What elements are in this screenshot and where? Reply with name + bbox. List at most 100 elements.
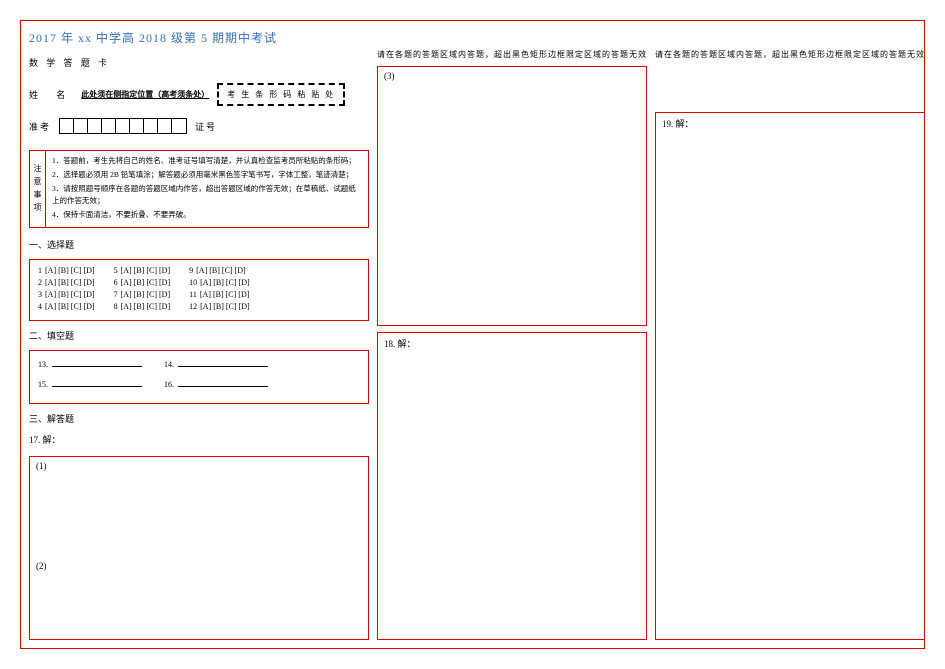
mc-bubble[interactable]: [C] — [222, 266, 233, 275]
mc-bubble[interactable]: [B] — [213, 278, 224, 287]
mc-bubble[interactable]: [D] — [159, 290, 170, 299]
mc-bubble[interactable]: [C] — [71, 302, 82, 311]
mc-row: 11 [A][B][C][D] — [189, 290, 251, 299]
mc-row: 6 [A][B][C][D] — [114, 278, 172, 287]
name-slot: 此处须在侧指定位置（高考须条处） — [81, 89, 209, 100]
mc-bubble[interactable]: [B] — [213, 290, 224, 299]
mc-bubble[interactable]: [B] — [58, 266, 69, 275]
mc-row: 1 [A][B][C][D] — [38, 266, 96, 275]
exam-id-cell[interactable] — [130, 119, 144, 133]
mc-bubble[interactable]: [A] — [45, 278, 56, 287]
mc-block: 1 [A][B][C][D]2 [A][B][C][D]3 [A][B][C][… — [29, 259, 369, 321]
mc-bubble[interactable]: [D] — [235, 266, 246, 275]
mc-bubble[interactable]: [A] — [196, 266, 207, 275]
mc-row: 7 [A][B][C][D] — [114, 290, 172, 299]
exam-id-cell[interactable] — [88, 119, 102, 133]
mc-bubble[interactable]: [B] — [134, 278, 145, 287]
mc-bubble[interactable]: [D] — [238, 290, 249, 299]
mc-bubble[interactable]: [C] — [71, 290, 82, 299]
fill-line[interactable] — [52, 377, 142, 387]
mc-bubble[interactable]: [A] — [121, 266, 132, 275]
fill-row: 15. 16. — [38, 377, 360, 389]
mc-bubble[interactable]: [C] — [146, 290, 157, 299]
fill-item-15: 15. — [38, 377, 142, 389]
exam-id-cell[interactable] — [144, 119, 158, 133]
mc-bubble[interactable]: [B] — [58, 290, 69, 299]
mc-bubble[interactable]: [B] — [134, 302, 145, 311]
mc-bubble[interactable]: [C] — [226, 278, 237, 287]
notice-item: 2．选择题必须用 2B 铅笔填涂；解答题必须用毫米黑色签字笔书写，字体工整，笔迹… — [52, 169, 362, 181]
mc-bubble[interactable]: [D] — [239, 278, 250, 287]
mc-bubble[interactable]: [B] — [213, 302, 224, 311]
mc-row: 12 [A][B][C][D] — [189, 302, 251, 311]
fill-item-13: 13. — [38, 357, 142, 369]
column-reminder: 请在各题的答题区域内答题，超出黑色矩形边框限定区域的答题无效 — [377, 49, 647, 60]
mc-bubble[interactable]: [B] — [58, 302, 69, 311]
fill-q-label: 14. — [164, 360, 174, 369]
mc-bubble[interactable]: [C] — [146, 266, 157, 275]
fill-line[interactable] — [178, 357, 268, 367]
exam-id-cell[interactable] — [158, 119, 172, 133]
q18-box[interactable]: 18. 解： — [377, 332, 647, 640]
exam-id-grid[interactable] — [59, 118, 187, 134]
notice-char: 意 — [34, 176, 42, 189]
exam-id-cell[interactable] — [102, 119, 116, 133]
column-reminder: 请在各题的答题区域内答题，超出黑色矩形边框限定区域的答题无效 — [655, 49, 925, 60]
mc-bubble[interactable]: [D] — [83, 290, 94, 299]
mc-bubble[interactable]: [C] — [226, 290, 237, 299]
mc-bubble[interactable]: [A] — [45, 290, 56, 299]
fill-line[interactable] — [178, 377, 268, 387]
notice-item: 4．保持卡面清洁，不要折叠、不要弄破。 — [52, 209, 362, 221]
mc-bubble[interactable]: [A] — [121, 302, 132, 311]
fill-q-label: 13. — [38, 360, 48, 369]
exam-id-cell[interactable] — [116, 119, 130, 133]
mc-bubble[interactable]: [C] — [146, 278, 157, 287]
fill-line[interactable] — [52, 357, 142, 367]
mc-bubble[interactable]: [C] — [71, 266, 82, 275]
mc-bubble[interactable]: [C] — [226, 302, 237, 311]
mc-bubble[interactable]: [B] — [134, 266, 145, 275]
mc-bubble[interactable]: [D] — [83, 266, 94, 275]
exam-id-cell[interactable] — [74, 119, 88, 133]
mc-bubble[interactable]: [D] — [83, 302, 94, 311]
mc-column: 9 [A][B][C][D] 10 [A][B][C][D] 11 [A][B][C… — [189, 266, 251, 314]
mc-bubble[interactable]: [C] — [71, 278, 82, 287]
mc-bubble[interactable]: [A] — [45, 266, 56, 275]
answer-sheet-page: 2017 年 xx 中学高 2018 级第 5 期期中考试 数 学 答 题 卡 … — [20, 20, 925, 649]
mc-bubble[interactable]: [D] — [83, 278, 94, 287]
mc-bubble[interactable]: [D] — [239, 302, 250, 311]
mc-bubble[interactable]: [A] — [45, 302, 56, 311]
mc-row: 9 [A][B][C][D] — [189, 266, 251, 275]
mc-bubble[interactable]: [B] — [134, 290, 145, 299]
column-2: 请在各题的答题区域内答题，超出黑色矩形边框限定区域的答题无效 (3) 18. 解… — [377, 29, 647, 640]
mc-columns: 1 [A][B][C][D]2 [A][B][C][D]3 [A][B][C][… — [38, 266, 360, 314]
exam-id-cell[interactable] — [60, 119, 74, 133]
cert-label: 证号 — [195, 120, 217, 133]
name-label: 姓 名 — [29, 88, 73, 101]
exam-id-cell[interactable] — [172, 119, 186, 133]
q17-part3-box[interactable]: (3) — [377, 66, 647, 326]
q17-box[interactable]: (1) (2) — [29, 456, 369, 640]
mc-bubble[interactable]: [A] — [200, 302, 211, 311]
mc-bubble[interactable]: [B] — [58, 278, 69, 287]
mc-bubble[interactable]: [A] — [200, 278, 211, 287]
q17-part2: (2) — [36, 561, 362, 571]
mc-bubble[interactable]: [D] — [159, 266, 170, 275]
fill-q-label: 16. — [164, 380, 174, 389]
mc-bubble[interactable]: [A] — [121, 278, 132, 287]
page-title: 2017 年 xx 中学高 2018 级第 5 期期中考试 — [29, 29, 369, 46]
mc-bubble[interactable]: [D] — [159, 278, 170, 287]
mc-bubble[interactable]: [C] — [146, 302, 157, 311]
mc-column: 5 [A][B][C][D] 6 [A][B][C][D] 7 [A][B][C][… — [114, 266, 172, 314]
fill-row: 13. 14. — [38, 357, 360, 369]
mc-row: 2 [A][B][C][D] — [38, 278, 96, 287]
mc-row: 5 [A][B][C][D] — [114, 266, 172, 275]
name-row: 姓 名 此处须在侧指定位置（高考须条处） 考 生 条 形 码 粘 贴 处 — [29, 83, 369, 106]
mc-row: 10 [A][B][C][D] — [189, 278, 251, 287]
mc-bubble[interactable]: [D] — [159, 302, 170, 311]
seat-label: 准考 — [29, 120, 51, 133]
q19-box[interactable]: 19. 解： — [655, 112, 925, 640]
mc-bubble[interactable]: [B] — [209, 266, 220, 275]
mc-bubble[interactable]: [A] — [121, 290, 132, 299]
mc-bubble[interactable]: [A] — [200, 290, 211, 299]
